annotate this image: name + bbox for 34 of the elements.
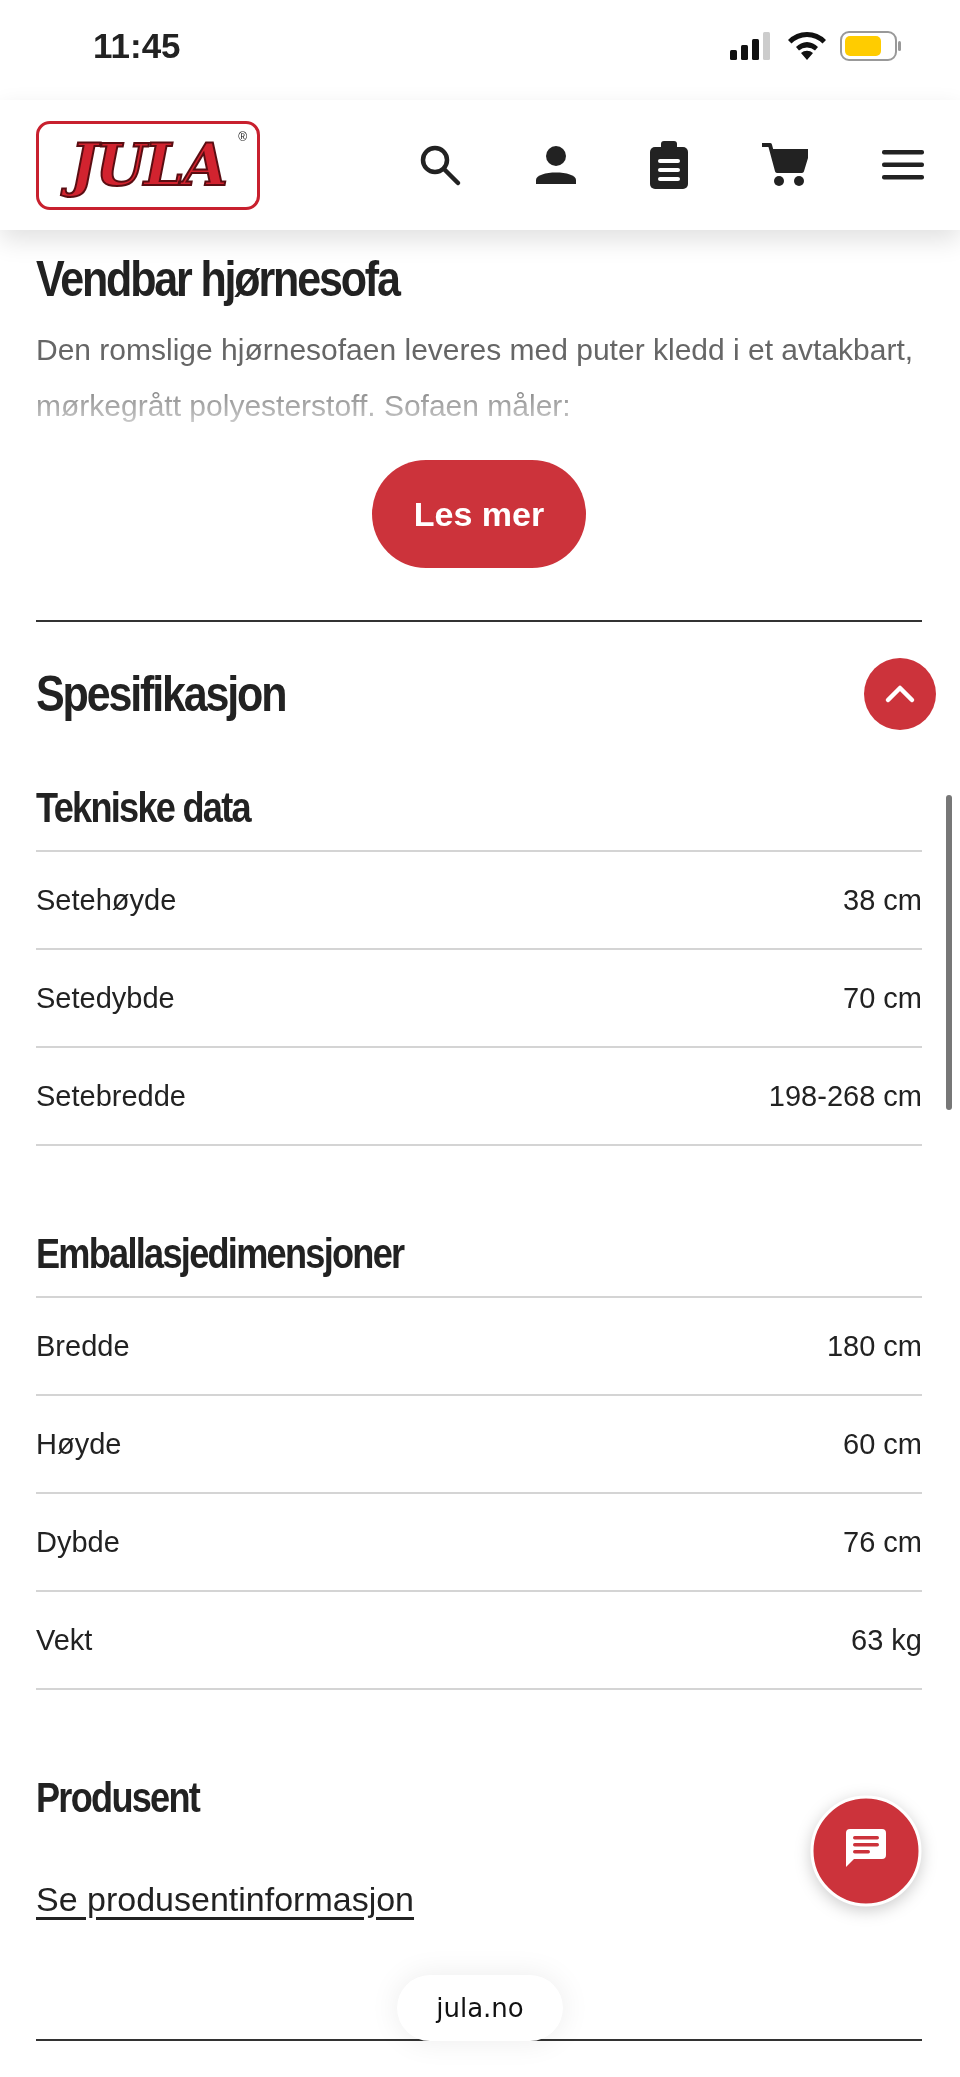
- group-title: Produsent: [36, 1774, 201, 1822]
- spec-label: Setehøyde: [36, 883, 177, 917]
- wifi-icon: [788, 32, 826, 60]
- clipboard-icon[interactable]: [650, 141, 688, 189]
- collapse-button[interactable]: [864, 658, 936, 730]
- read-more-button[interactable]: Les mer: [372, 460, 586, 568]
- spec-value: 70 cm: [843, 981, 922, 1015]
- logo[interactable]: JULA ®: [36, 120, 260, 210]
- chat-button[interactable]: [810, 1795, 922, 1907]
- spec-label: Dybde: [36, 1525, 120, 1559]
- battery-icon: [840, 31, 902, 61]
- spec-label: Bredde: [36, 1329, 130, 1363]
- spec-value: 76 cm: [843, 1525, 922, 1559]
- section-title: Spesifikasjon: [36, 665, 286, 723]
- url-bar[interactable]: jula.no: [397, 1975, 563, 2041]
- person-icon[interactable]: [536, 146, 576, 184]
- product-description: Den romslige hjørnesofaen leveres med puter kledd i et avtakbart, mørkegrått polyesterstoff. Sofaen måler:: [36, 332, 915, 424]
- group-title: Tekniske data: [36, 784, 252, 832]
- status-time: 11:45: [93, 26, 181, 67]
- product-title: Vendbar hjørnesofa: [36, 250, 401, 308]
- spec-value: 63 kg: [851, 1623, 922, 1657]
- spec-label: Vekt: [36, 1623, 93, 1657]
- spec-label: Setebredde: [36, 1079, 186, 1113]
- spec-value: 180 cm: [826, 1329, 922, 1363]
- group-title: Emballasjedimensjoner: [36, 1230, 405, 1278]
- search-icon[interactable]: [418, 143, 462, 187]
- spec-value: 198-268 cm: [768, 1079, 922, 1113]
- cart-icon[interactable]: [762, 143, 808, 187]
- spec-value: 60 cm: [843, 1427, 922, 1461]
- spec-label: Høyde: [36, 1427, 122, 1461]
- spec-value: 38 cm: [843, 883, 922, 917]
- manufacturer-link[interactable]: Se produsentinformasjon: [36, 1880, 414, 1919]
- menu-icon[interactable]: [882, 150, 924, 180]
- spec-label: Setedybde: [36, 981, 175, 1015]
